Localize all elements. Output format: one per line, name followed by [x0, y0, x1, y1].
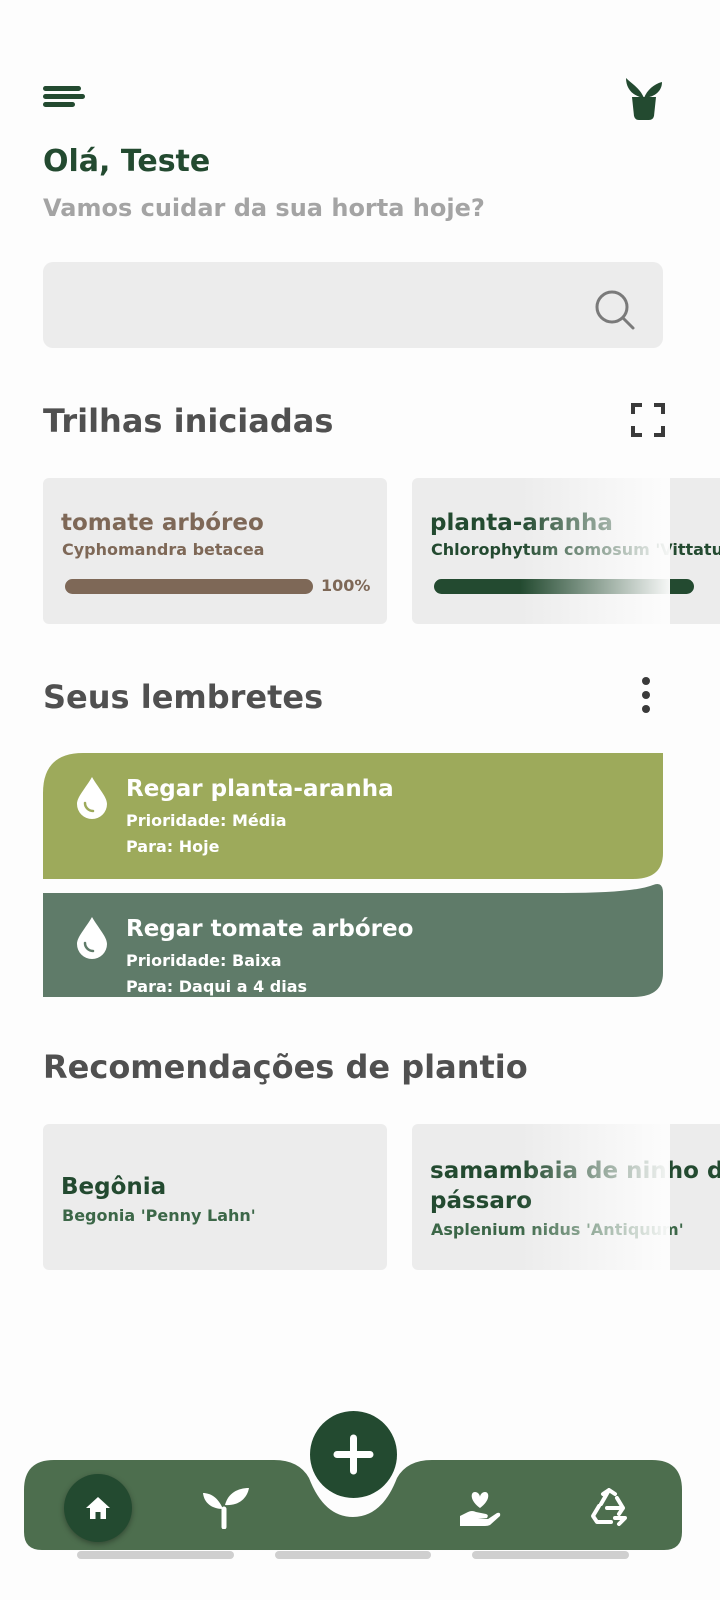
section-title-recommendations: Recomendações de plantio: [43, 1048, 528, 1086]
trail-name: planta-aranha: [430, 510, 613, 536]
menu-icon-line: [43, 94, 85, 99]
trail-progress-bar: [65, 579, 313, 594]
reminder-priority: Prioridade: Baixa: [126, 951, 282, 970]
reminder-card[interactable]: Regar planta-aranha Prioridade: Média Pa…: [43, 753, 663, 879]
recommendation-scientific-name: Asplenium nidus 'Antiquum': [431, 1220, 684, 1239]
search-bar: [43, 262, 663, 348]
trail-scientific-name: Chlorophytum comosum 'Vittatum': [431, 540, 720, 559]
gesture-indicator: [472, 1551, 629, 1559]
recommendation-card[interactable]: Begônia Begonia 'Penny Lahn': [43, 1124, 387, 1270]
reminder-card[interactable]: Regar tomate arbóreo Prioridade: Baixa P…: [43, 884, 663, 1017]
expand-icon[interactable]: [631, 403, 665, 437]
plant-pot-logo-icon: [626, 78, 662, 120]
trail-progress-bar: [434, 579, 694, 594]
reminder-title: Regar tomate arbóreo: [126, 916, 414, 942]
reminder-due: Para: Hoje: [126, 837, 220, 856]
hand-heart-icon[interactable]: [458, 1488, 502, 1528]
nav-home[interactable]: [64, 1474, 132, 1542]
trail-card[interactable]: tomate arbóreo Cyphomandra betacea 100%: [43, 478, 387, 624]
recommendation-scientific-name: Begonia 'Penny Lahn': [62, 1206, 256, 1225]
gesture-indicator: [77, 1551, 234, 1559]
greeting-subtitle: Vamos cuidar da sua horta hoje?: [43, 194, 485, 222]
section-title-trails: Trilhas iniciadas: [43, 402, 334, 440]
menu-icon: [43, 86, 81, 91]
home-icon: [86, 1497, 110, 1519]
plus-icon: [333, 1434, 374, 1475]
recommendation-name: Begônia: [61, 1174, 167, 1200]
trail-progress-label: 100%: [321, 576, 371, 595]
recommendation-name: samambaia de ninho de: [430, 1158, 720, 1184]
greeting-title: Olá, Teste: [43, 144, 211, 179]
trail-scientific-name: Cyphomandra betacea: [62, 540, 265, 559]
trail-name: tomate arbóreo: [61, 510, 264, 536]
menu-icon-line: [43, 102, 75, 107]
reminder-due: Para: Daqui a 4 dias: [126, 977, 308, 996]
recycle-icon[interactable]: [589, 1488, 629, 1526]
reminder-card-background: [43, 884, 663, 997]
gesture-indicator: [275, 1551, 431, 1559]
sprout-icon[interactable]: [202, 1485, 250, 1529]
search-input[interactable]: [63, 262, 583, 348]
search-icon[interactable]: [593, 288, 637, 332]
reminder-priority: Prioridade: Média: [126, 811, 287, 830]
add-button[interactable]: [310, 1411, 397, 1498]
trail-card[interactable]: planta-aranha Chlorophytum comosum 'Vitt…: [412, 478, 720, 624]
more-vertical-icon[interactable]: [636, 676, 656, 714]
menu-button[interactable]: [43, 86, 85, 112]
water-drop-icon: [77, 777, 107, 819]
trail-progress-fill: [65, 579, 313, 594]
recommendation-card[interactable]: samambaia de ninho de pássaro Asplenium …: [412, 1124, 720, 1270]
recommendation-name-continued: pássaro: [430, 1188, 533, 1214]
reminder-title: Regar planta-aranha: [126, 776, 394, 802]
section-title-reminders: Seus lembretes: [43, 678, 324, 716]
water-drop-icon: [77, 917, 107, 959]
